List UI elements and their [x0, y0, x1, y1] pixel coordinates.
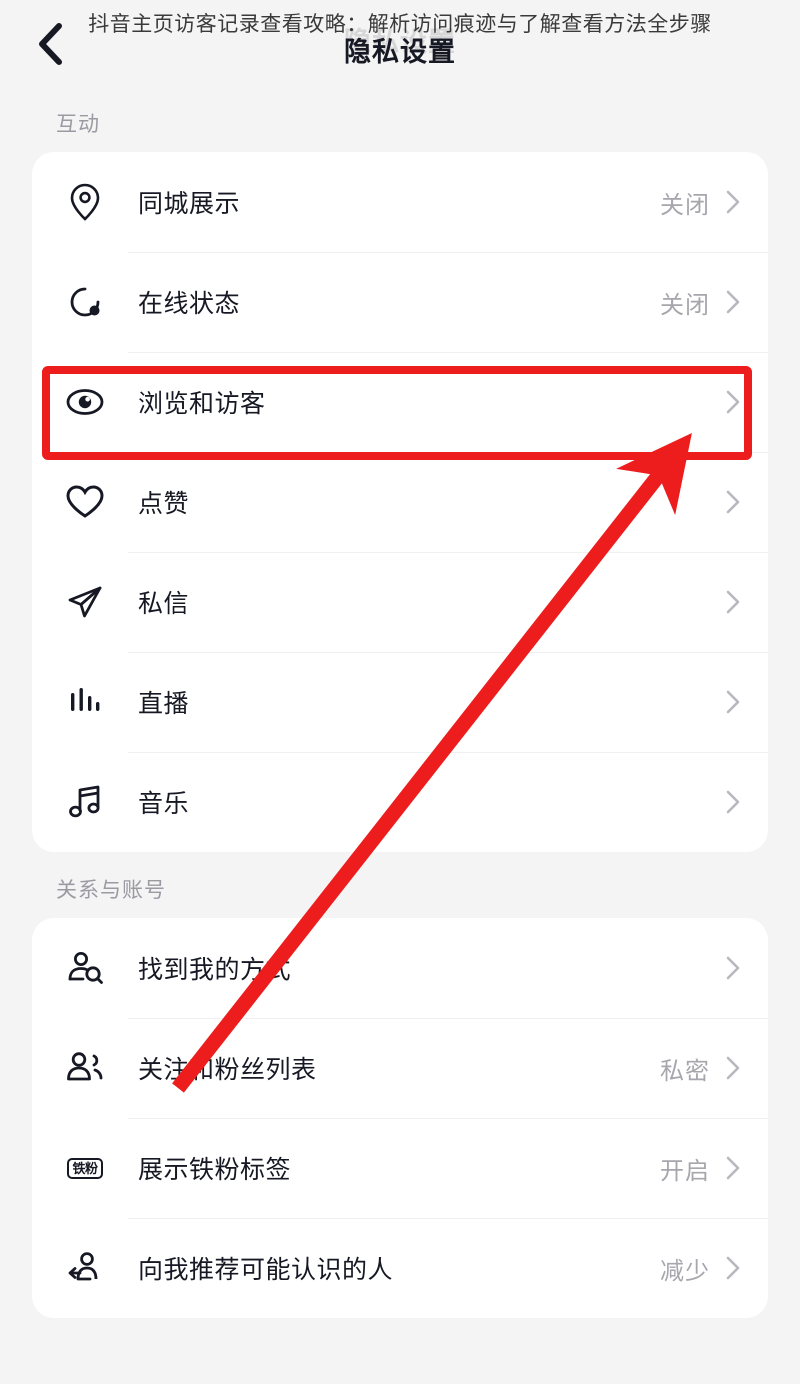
two-people-icon — [60, 1051, 110, 1085]
chevron-right-icon — [724, 790, 742, 814]
music-note-icon — [60, 784, 110, 820]
section-interaction: 互动 同城展示 关闭 在线状态 关闭 浏览和访客 点赞 私信 直播 音乐 — [0, 86, 800, 852]
row-label: 私信 — [138, 590, 190, 618]
row-xiangwo-tuijian-keneng-renshi-de-ren[interactable]: 向我推荐可能认识的人 减少 — [32, 1218, 768, 1318]
row-label: 展示铁粉标签 — [138, 1156, 292, 1184]
live-bars-icon — [60, 685, 110, 719]
eye-icon — [60, 387, 110, 417]
iron-fan-badge-text: 铁粉 — [67, 1157, 103, 1179]
row-liulan-he-fangke[interactable]: 浏览和访客 — [32, 352, 768, 452]
row-label: 同城展示 — [138, 190, 241, 218]
row-guanzhu-he-fensi-liebiao[interactable]: 关注和粉丝列表 私密 — [32, 1018, 768, 1118]
section-relationships-account: 关系与账号 找到我的方式 关注和粉丝列表 私密 铁粉 展示铁粉标签 开启 向我推… — [0, 852, 800, 1318]
row-value: 关闭 — [660, 191, 710, 219]
row-zhaodao-wode-fangshi[interactable]: 找到我的方式 — [32, 918, 768, 1018]
row-sixin[interactable]: 私信 — [32, 552, 768, 652]
row-label: 向我推荐可能认识的人 — [138, 1256, 394, 1284]
row-label: 直播 — [138, 690, 190, 718]
settings-card-interaction: 同城展示 关闭 在线状态 关闭 浏览和访客 点赞 私信 直播 音乐 — [32, 152, 768, 852]
chevron-right-icon — [724, 1156, 742, 1180]
row-zhibo[interactable]: 直播 — [32, 652, 768, 752]
row-label: 音乐 — [138, 790, 190, 818]
chevron-right-icon — [724, 590, 742, 614]
section-header-relationships: 关系与账号 — [56, 879, 166, 902]
row-zaixian-zhuangtai[interactable]: 在线状态 关闭 — [32, 252, 768, 352]
location-pin-icon — [60, 183, 110, 221]
row-value: 关闭 — [660, 291, 710, 319]
chevron-right-icon — [724, 690, 742, 714]
person-recommend-icon — [60, 1251, 110, 1285]
chevron-right-icon — [724, 190, 742, 214]
row-tongcheng-zhanshi[interactable]: 同城展示 关闭 — [32, 152, 768, 252]
chevron-right-icon — [724, 490, 742, 514]
row-label: 找到我的方式 — [138, 956, 292, 984]
paper-plane-icon — [60, 583, 110, 621]
row-label: 在线状态 — [138, 290, 241, 318]
row-value: 减少 — [660, 1257, 710, 1285]
row-value: 私密 — [660, 1057, 710, 1085]
settings-card-relationships: 找到我的方式 关注和粉丝列表 私密 铁粉 展示铁粉标签 开启 向我推荐可能认识的… — [32, 918, 768, 1318]
chevron-right-icon — [724, 290, 742, 314]
row-label: 点赞 — [138, 490, 190, 518]
row-value: 开启 — [660, 1157, 710, 1185]
row-label: 浏览和访客 — [138, 390, 266, 418]
row-yinyue[interactable]: 音乐 — [32, 752, 768, 852]
section-header-interaction: 互动 — [56, 113, 100, 136]
row-zhanshi-tiefen-biaoqian[interactable]: 铁粉 展示铁粉标签 开启 — [32, 1118, 768, 1218]
heart-icon — [60, 484, 110, 520]
row-dianzan[interactable]: 点赞 — [32, 452, 768, 552]
iron-fan-badge-icon: 铁粉 — [60, 1157, 110, 1179]
chevron-right-icon — [724, 956, 742, 980]
chevron-right-icon — [724, 390, 742, 414]
page-title: 隐私设置 — [344, 37, 456, 67]
person-search-icon — [60, 950, 110, 986]
navbar: 隐私设置 隐私设置 — [0, 0, 800, 86]
row-label: 关注和粉丝列表 — [138, 1056, 317, 1084]
online-status-icon — [60, 284, 110, 320]
chevron-right-icon — [724, 1056, 742, 1080]
chevron-right-icon — [724, 1256, 742, 1280]
